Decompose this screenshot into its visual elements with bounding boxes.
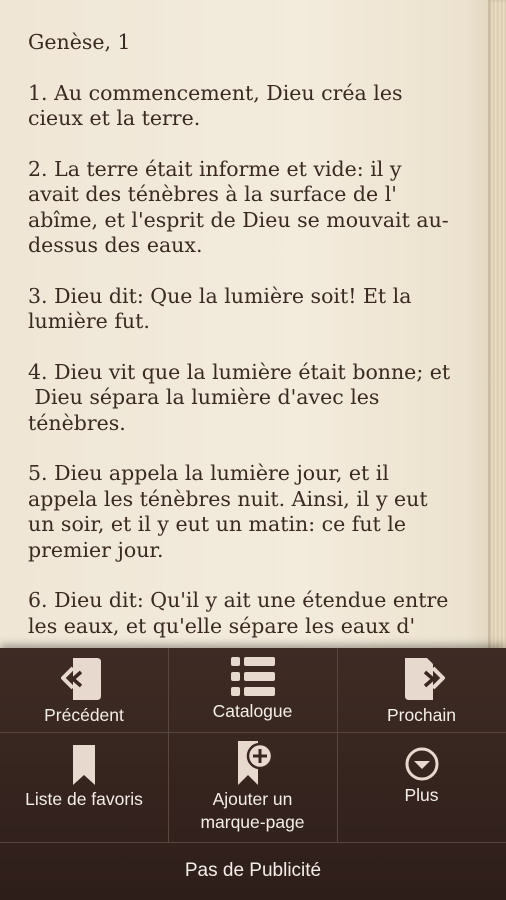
verse-line: avait des ténèbres à la surface de l' xyxy=(28,182,397,206)
verse-line: 3. Dieu dit: Que la lumière soit! Et la xyxy=(28,283,412,308)
more-label: Plus xyxy=(404,785,439,805)
page-prev-icon xyxy=(59,654,109,704)
bookmark-icon xyxy=(64,742,104,788)
verse-line: appela les ténèbres nuit. Ainsi, il y eu… xyxy=(28,486,428,511)
verse-line: cieux et la terre. xyxy=(28,106,201,130)
verse-line: abîme, et l'esprit de Dieu se mouvait au… xyxy=(28,207,449,232)
verse-line: 2. La terre était informe et vide: il y xyxy=(28,156,402,181)
divider xyxy=(0,732,506,733)
no-ads-label: Pas de Publicité xyxy=(184,860,322,881)
verse-line: 1. Au commencement, Dieu créa les xyxy=(28,80,403,105)
reading-page[interactable]: Genèse, 1 1. Au commencement, Dieu créa … xyxy=(0,0,506,660)
add-bookmark-line2: marque-page xyxy=(200,812,305,832)
chapter-title: Genèse, 1 xyxy=(28,30,131,54)
chevron-circle-icon xyxy=(404,746,440,784)
favorites-label: Liste de favoris xyxy=(25,789,143,809)
verse-line: lumière fut. xyxy=(28,309,150,333)
previous-button[interactable]: Précédent xyxy=(0,654,168,727)
favorites-button[interactable]: Liste de favoris xyxy=(0,742,168,811)
verse-1: 1. Au commencement, Dieu créa les cieux … xyxy=(28,81,466,132)
verse-line: 6. Dieu dit: Qu'il y ait une étendue ent… xyxy=(28,588,449,612)
bookmark-add-icon xyxy=(230,738,276,788)
next-button[interactable]: Prochain xyxy=(337,654,506,727)
page-edge xyxy=(488,0,506,660)
add-bookmark-button[interactable]: Ajouter un marque-page xyxy=(168,738,337,834)
verse-line: 4. Dieu vit que la lumière était bonne; … xyxy=(28,359,451,384)
list-icon xyxy=(228,654,278,700)
catalogue-button[interactable]: Catalogue xyxy=(168,654,337,723)
next-label: Prochain xyxy=(386,705,457,725)
verse-line: premier jour. xyxy=(28,537,164,562)
verse-line: ténèbres. xyxy=(28,410,126,435)
verse-line: un soir, et il y eut un matin: ce fut le xyxy=(28,512,406,536)
more-button[interactable]: Plus xyxy=(337,746,506,807)
verse-line: dessus des eaux. xyxy=(28,233,203,257)
previous-label: Précédent xyxy=(44,705,124,725)
verse-line: Dieu sépara la lumière d'avec les xyxy=(28,385,380,409)
verse-line: 5. Dieu appela la lumière jour, et il xyxy=(28,461,389,485)
verse-6: 6. Dieu dit: Qu'il y ait une étendue ent… xyxy=(28,588,466,639)
add-bookmark-line1: Ajouter un xyxy=(212,789,293,809)
chapter-text: Genèse, 1 1. Au commencement, Dieu créa … xyxy=(28,30,466,660)
catalogue-label: Catalogue xyxy=(212,701,293,721)
no-ads-button[interactable]: Pas de Publicité xyxy=(0,842,506,900)
verse-line: les eaux, et qu'elle sépare les eaux d' xyxy=(28,613,416,638)
verse-4: 4. Dieu vit que la lumière était bonne; … xyxy=(28,360,466,437)
verse-2: 2. La terre était informe et vide: il y … xyxy=(28,157,466,259)
verse-3: 3. Dieu dit: Que la lumière soit! Et la … xyxy=(28,284,466,335)
verse-5: 5. Dieu appela la lumière jour, et il ap… xyxy=(28,461,466,563)
page-next-icon xyxy=(397,654,447,704)
